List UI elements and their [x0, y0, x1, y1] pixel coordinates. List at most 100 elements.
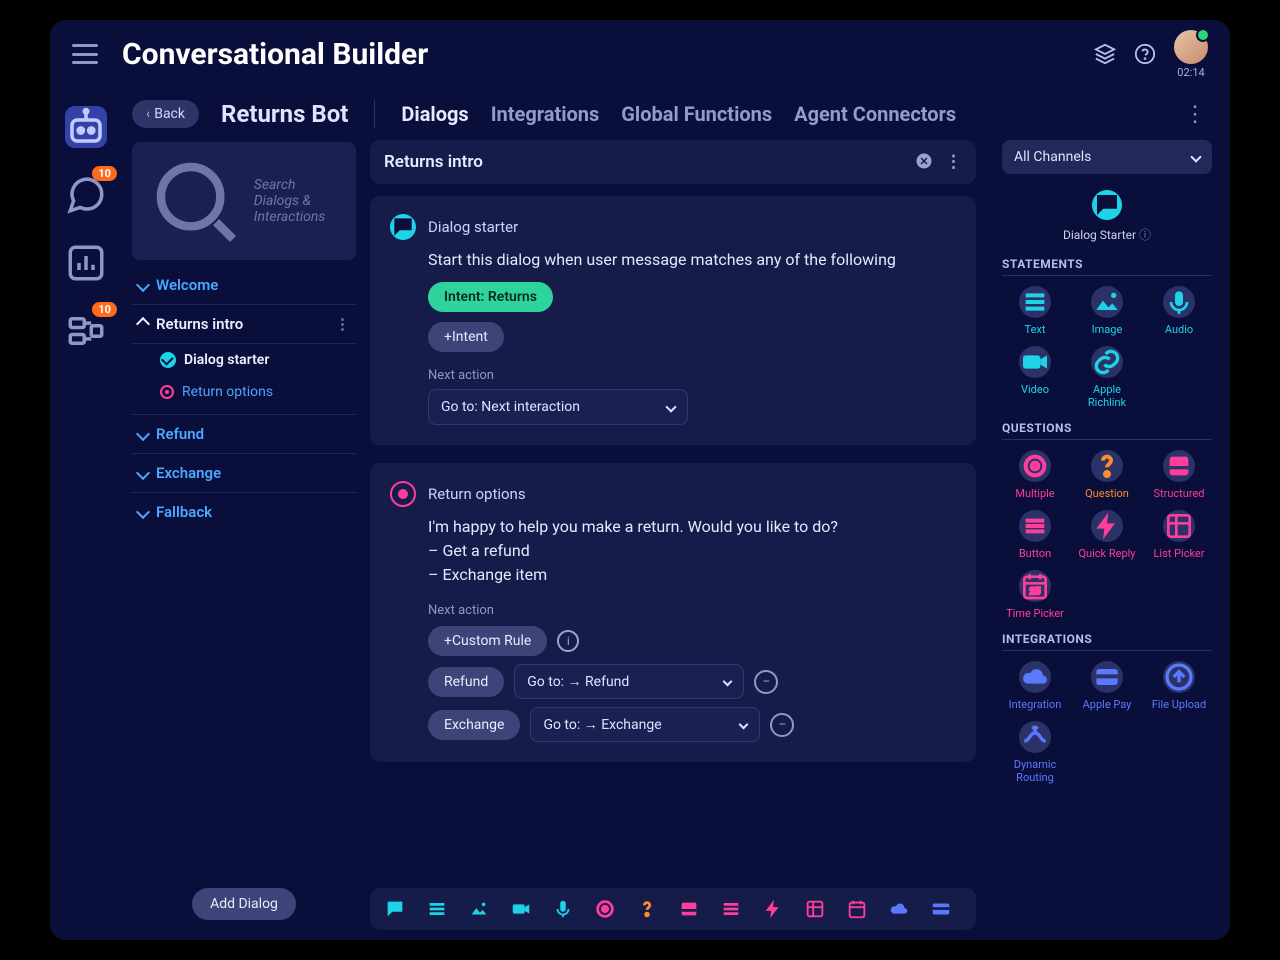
- rule-refund-select[interactable]: Go to: → Refund: [514, 664, 744, 699]
- starter-text: Start this dialog when user message matc…: [428, 248, 956, 272]
- bt-starter-icon[interactable]: [384, 898, 406, 920]
- tool-file-upload[interactable]: File Upload: [1146, 661, 1212, 711]
- canvas-kebab-icon[interactable]: ⋮: [945, 152, 962, 172]
- tool-multiple[interactable]: Multiple: [1002, 450, 1068, 500]
- search-placeholder: Search Dialogs & Interactions: [254, 177, 344, 225]
- bt-audio-icon[interactable]: [552, 898, 574, 920]
- starter-icon: [390, 214, 416, 240]
- tab-agent-connectors[interactable]: Agent Connectors: [794, 102, 956, 126]
- tool-video[interactable]: Video: [1002, 346, 1068, 409]
- bt-timepicker-icon[interactable]: [846, 898, 868, 920]
- bt-image-icon[interactable]: [468, 898, 490, 920]
- dialog-fallback[interactable]: Fallback: [132, 493, 356, 531]
- rule-exchange-chip[interactable]: Exchange: [428, 710, 520, 740]
- tabbar-kebab-icon[interactable]: ⋮: [1184, 102, 1206, 127]
- app-title: Conversational Builder: [122, 37, 428, 72]
- tab-integrations[interactable]: Integrations: [491, 102, 600, 126]
- tools-panel: All Channels Dialog Starter ⓘ STATEMENTS…: [990, 134, 1230, 940]
- tool-integration[interactable]: Integration: [1002, 661, 1068, 711]
- tool-quick-reply[interactable]: Quick Reply: [1074, 510, 1140, 560]
- tool-question[interactable]: Question: [1074, 450, 1140, 500]
- topbar: Conversational Builder 02:14: [50, 20, 1230, 88]
- tool-time-picker[interactable]: 25Time Picker: [1002, 570, 1068, 620]
- bt-quickreply-icon[interactable]: [762, 898, 784, 920]
- dialog-exchange[interactable]: Exchange: [132, 454, 356, 493]
- dialog-starter-icon[interactable]: [1092, 190, 1122, 220]
- tool-structured[interactable]: Structured: [1146, 450, 1212, 500]
- section-questions: QUESTIONS: [1002, 421, 1212, 440]
- rail-chat-icon[interactable]: 10: [65, 174, 107, 216]
- custom-rule-chip[interactable]: +Custom Rule: [428, 626, 547, 656]
- tool-dynamic-routing[interactable]: Dynamic Routing: [1002, 721, 1068, 784]
- next-action-label: Next action: [428, 368, 956, 383]
- node-dialog-starter[interactable]: Dialog starter Start this dialog when us…: [370, 196, 976, 445]
- session-timer: 02:14: [1177, 66, 1204, 79]
- bt-question-icon[interactable]: [636, 898, 658, 920]
- dialog-starter-label: Dialog Starter ⓘ: [1002, 226, 1212, 243]
- dialog-welcome[interactable]: Welcome: [132, 266, 356, 305]
- search-input[interactable]: Search Dialogs & Interactions: [132, 142, 356, 260]
- bot-name: Returns Bot: [221, 100, 348, 128]
- bt-text-icon[interactable]: [426, 898, 448, 920]
- canvas-header: Returns intro ⋮: [370, 140, 976, 184]
- canvas-close-icon[interactable]: [915, 152, 933, 170]
- tab-dialogs[interactable]: Dialogs: [401, 102, 468, 126]
- bt-button-icon[interactable]: [720, 898, 742, 920]
- tool-apple-richlink[interactable]: Apple Richlink: [1074, 346, 1140, 409]
- options-body: I'm happy to help you make a return. Wou…: [428, 515, 956, 587]
- avatar[interactable]: [1174, 30, 1208, 64]
- back-button[interactable]: ‹Back: [132, 100, 199, 128]
- tool-list-picker[interactable]: List Picker: [1146, 510, 1212, 560]
- tool-apple-pay[interactable]: Apple Pay: [1074, 661, 1140, 711]
- next-action-select[interactable]: Go to: Next interaction: [428, 389, 688, 425]
- rail-flow-badge: 10: [92, 302, 117, 317]
- intent-chip[interactable]: Intent: Returns: [428, 282, 553, 312]
- layers-icon[interactable]: [1094, 43, 1116, 65]
- bt-structured-icon[interactable]: [678, 898, 700, 920]
- tab-global-functions[interactable]: Global Functions: [621, 102, 772, 126]
- tool-image[interactable]: Image: [1074, 286, 1140, 336]
- bt-video-icon[interactable]: [510, 898, 532, 920]
- section-integrations: INTEGRATIONS: [1002, 632, 1212, 651]
- remove-rule-icon[interactable]: −: [754, 670, 778, 694]
- left-rail: 10 10: [50, 88, 122, 940]
- node-return-options[interactable]: Return options I'm happy to help you mak…: [370, 463, 976, 762]
- node-title: Dialog starter: [428, 218, 518, 236]
- options-icon: [390, 481, 416, 507]
- rule-refund-chip[interactable]: Refund: [428, 667, 504, 697]
- canvas: Returns intro ⋮ Dialog sta: [360, 134, 990, 940]
- app-window: Conversational Builder 02:14 10: [50, 20, 1230, 940]
- svg-text:25: 25: [1030, 586, 1041, 597]
- tool-audio[interactable]: Audio: [1146, 286, 1212, 336]
- rail-bot-icon[interactable]: [65, 106, 107, 148]
- bt-applepay-icon[interactable]: [930, 898, 952, 920]
- add-dialog-button[interactable]: Add Dialog: [192, 888, 296, 920]
- add-intent-chip[interactable]: +Intent: [428, 322, 504, 352]
- canvas-title: Returns intro: [384, 152, 483, 172]
- remove-rule-icon[interactable]: −: [770, 713, 794, 737]
- bt-listpicker-icon[interactable]: [804, 898, 826, 920]
- section-statements: STATEMENTS: [1002, 257, 1212, 276]
- channel-select[interactable]: All Channels: [1002, 140, 1212, 174]
- rail-analytics-icon[interactable]: [65, 242, 107, 284]
- dialog-refund[interactable]: Refund: [132, 415, 356, 454]
- interaction-return-options[interactable]: Return options: [132, 376, 356, 408]
- tool-text[interactable]: Text: [1002, 286, 1068, 336]
- bt-multiple-icon[interactable]: [594, 898, 616, 920]
- menu-icon[interactable]: [72, 44, 98, 64]
- dialog-list: Search Dialogs & Interactions Welcome Re…: [122, 134, 360, 940]
- dialog-kebab-icon[interactable]: ⋮: [335, 315, 350, 333]
- dialog-returns-intro[interactable]: Returns intro⋮: [132, 305, 356, 344]
- info-icon[interactable]: i: [557, 630, 579, 652]
- interaction-dialog-starter[interactable]: Dialog starter: [132, 344, 356, 376]
- bt-integration-icon[interactable]: [888, 898, 910, 920]
- help-icon[interactable]: [1134, 43, 1156, 65]
- tabbar: ‹Back Returns Bot Dialogs Integrations G…: [122, 88, 1230, 134]
- next-action-label-2: Next action: [428, 603, 956, 618]
- bottom-toolbar: [370, 888, 976, 930]
- tool-button[interactable]: Button: [1002, 510, 1068, 560]
- node-title: Return options: [428, 485, 526, 503]
- rail-flow-icon[interactable]: 10: [65, 310, 107, 352]
- rule-exchange-select[interactable]: Go to: → Exchange: [530, 707, 760, 742]
- rail-chat-badge: 10: [92, 166, 117, 181]
